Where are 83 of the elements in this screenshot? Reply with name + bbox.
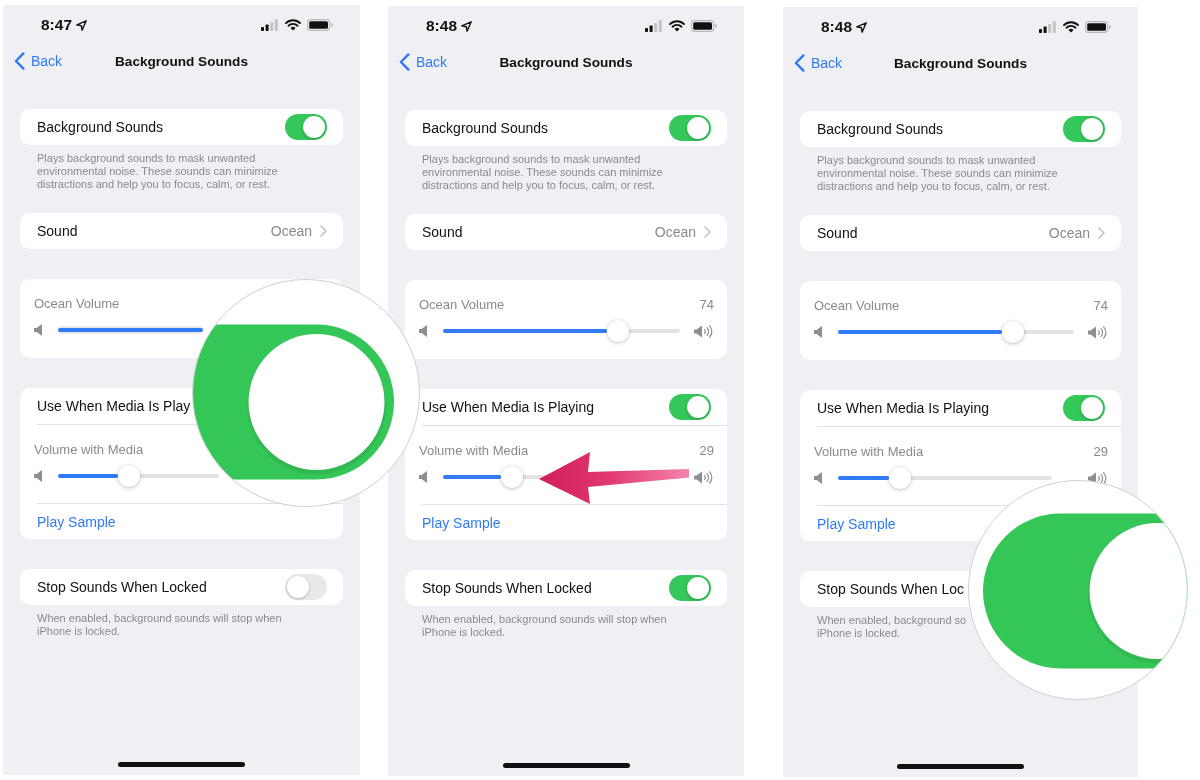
slider-fill: [443, 475, 501, 479]
speaker-icon: [814, 326, 823, 338]
toggle-switch[interactable]: [285, 114, 327, 140]
wifi-icon: [669, 20, 685, 32]
toggle-switch[interactable]: [1063, 116, 1105, 142]
battery-icon: [691, 20, 717, 32]
speaker-waves-icon: [694, 324, 714, 338]
footer-note: Plays background sounds to mask unwanted environmental noise. These sounds can minimize distractions and help you to focus, calm, or rest.: [817, 154, 1058, 193]
row-label: Stop Sounds When Locked: [37, 579, 207, 595]
row-label: Sound: [422, 224, 463, 240]
footer-note: When enabled, background so iPhone is locked.: [817, 614, 967, 640]
speaker-waves-icon: [694, 470, 714, 484]
back-button[interactable]: Back: [14, 52, 63, 70]
row-value: Ocean: [1048, 225, 1090, 241]
slider-label: Ocean Volume: [419, 296, 505, 312]
slider-value: 29: [1093, 443, 1108, 459]
battery-icon: [307, 19, 333, 31]
footer-note: When enabled, background sounds will stop when iPhone is locked.: [422, 613, 667, 639]
row-label: Use When Media Is Play: [37, 398, 191, 414]
slider-label: Ocean Volume: [34, 295, 120, 311]
row-label: Background Sounds: [37, 119, 164, 135]
slider-fill: [838, 476, 890, 480]
chevron-left-icon: [399, 53, 410, 71]
footer-note: When enabled, background sounds will stop when iPhone is locked.: [37, 612, 282, 638]
speaker-waves-icon: [1088, 325, 1108, 339]
slider-value: 74: [1093, 297, 1108, 313]
back-button[interactable]: Back: [399, 53, 448, 71]
location-arrow-icon: [856, 21, 868, 33]
speaker-icon: [34, 324, 43, 336]
play-sample-link[interactable]: Play Sample: [817, 515, 896, 532]
slider-fill: [58, 474, 118, 478]
row-label: Background Sounds: [817, 121, 944, 137]
toggle-switch[interactable]: [1063, 395, 1105, 421]
status-time: 8:48: [426, 17, 458, 35]
toggle-switch[interactable]: [669, 115, 711, 141]
location-arrow-icon: [76, 19, 88, 31]
row-value: Ocean: [270, 223, 312, 239]
slider-thumb[interactable]: [889, 467, 912, 489]
slider-label: Ocean Volume: [814, 297, 900, 313]
play-sample-link[interactable]: Play Sample: [37, 513, 116, 530]
slider-thumb[interactable]: [500, 466, 523, 488]
slider-value: 74: [699, 296, 714, 312]
speaker-icon: [814, 472, 823, 484]
status-time: 8:48: [821, 18, 853, 36]
location-arrow-icon: [461, 20, 473, 32]
nav-title: Background Sounds: [115, 53, 248, 69]
row-label: Use When Media Is Playing: [422, 399, 594, 415]
nav-title: Background Sounds: [499, 54, 633, 70]
slider-value: 29: [699, 442, 714, 458]
footer-note: Plays background sounds to mask unwanted environmental noise. These sounds can minimize distractions and help you to focus, calm, or rest.: [422, 153, 663, 192]
slider-thumb[interactable]: [1001, 321, 1024, 343]
row-label: Use When Media Is Playing: [817, 400, 989, 416]
wifi-icon: [1063, 21, 1079, 33]
status-time: 8:47: [41, 16, 73, 34]
chevron-right-icon: [1098, 227, 1105, 239]
toggle-switch[interactable]: [669, 575, 711, 601]
slider-label: Volume with Media: [419, 442, 529, 458]
chevron-right-icon: [320, 225, 327, 237]
row-label: Background Sounds: [422, 120, 549, 136]
row-label: Sound: [817, 225, 858, 241]
footer-note: Plays background sounds to mask unwanted environmental noise. These sounds can minimize distractions and help you to focus, calm, or rest.: [37, 152, 278, 191]
row-value: Ocean: [654, 224, 696, 240]
play-sample-link[interactable]: Play Sample: [422, 514, 501, 531]
row-label: Stop Sounds When Locked: [422, 580, 592, 596]
chevron-right-icon: [704, 226, 711, 238]
row-label: Stop Sounds When Loc: [817, 581, 965, 597]
signal-bars-icon: [1039, 21, 1056, 33]
slider-label: Volume with Media: [34, 441, 144, 457]
toggle-switch[interactable]: [669, 394, 711, 420]
slider-thumb[interactable]: [117, 465, 140, 487]
row-label: Sound: [37, 223, 78, 239]
slider-thumb[interactable]: [607, 320, 630, 342]
slider-label: Volume with Media: [814, 443, 924, 459]
battery-icon: [1085, 21, 1111, 33]
nav-title: Background Sounds: [894, 55, 1027, 71]
back-button[interactable]: Back: [794, 54, 843, 72]
chevron-left-icon: [14, 52, 25, 70]
signal-bars-icon: [645, 20, 662, 32]
wifi-icon: [285, 19, 301, 31]
signal-bars-icon: [261, 19, 278, 31]
chevron-left-icon: [794, 54, 805, 72]
speaker-icon: [34, 470, 43, 482]
toggle-switch[interactable]: [285, 574, 327, 600]
